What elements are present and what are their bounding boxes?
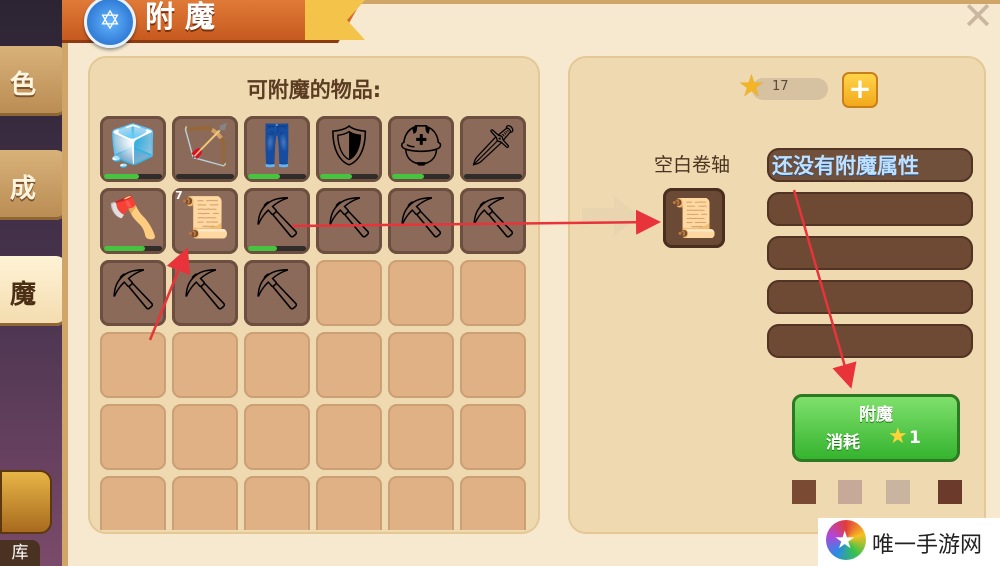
empty-slot[interactable] — [316, 260, 382, 326]
iron-helmet-icon: ⛑ — [395, 123, 447, 169]
inventory-slot[interactable]: ⛏ — [388, 188, 454, 254]
attribute-row — [767, 280, 973, 314]
watermark-logo-icon: ★ — [826, 520, 866, 560]
empty-slot[interactable] — [460, 332, 526, 398]
empty-slot[interactable] — [316, 476, 382, 530]
blurred-pixel — [838, 480, 862, 504]
empty-slot[interactable] — [388, 260, 454, 326]
durability-bar — [320, 174, 378, 179]
storage-label: 库 — [0, 540, 40, 566]
attribute-row — [767, 324, 973, 358]
empty-slot[interactable] — [316, 332, 382, 398]
side-tab-label: 成 — [10, 174, 37, 204]
inventory-grid: 🧊 🏹 👖 🛡 ⛑ 🗡 🪓 📜 7 ⛏ ⛏ ⛏ ⛏ ⛏ ⛏ ⛏ — [100, 116, 532, 530]
enchant-cost-value: 1 — [909, 428, 921, 448]
enchant-target-label: 空白卷轴 — [654, 154, 731, 176]
plus-icon: + — [848, 72, 872, 105]
crystal-boots-icon: 🧊 — [108, 123, 158, 169]
empty-slot[interactable] — [460, 476, 526, 530]
side-tab-label: 色 — [10, 70, 37, 100]
items-panel-title: 可附魔的物品: — [246, 78, 382, 102]
durability-bar — [392, 174, 450, 179]
pickaxe-icon: ⛏ — [323, 195, 375, 241]
enchant-button-label: 附魔 — [859, 405, 893, 425]
empty-slot[interactable] — [244, 332, 310, 398]
blank-scroll-icon: 📜 — [670, 196, 718, 240]
inventory-slot[interactable]: ⛏ — [316, 188, 382, 254]
inventory-slot[interactable]: ⛏ — [244, 188, 310, 254]
inventory-slot[interactable]: 📜 7 — [172, 188, 238, 254]
inventory-slot[interactable]: ⛑ — [388, 116, 454, 182]
inventory-slot[interactable]: 🧊 — [100, 116, 166, 182]
inventory-slot[interactable]: 🪓 — [100, 188, 166, 254]
empty-slot[interactable] — [172, 332, 238, 398]
empty-slot[interactable] — [316, 404, 382, 470]
item-count: 7 — [175, 189, 183, 202]
blurred-pixel — [792, 480, 816, 504]
inventory-slot[interactable]: ⛏ — [244, 260, 310, 326]
inventory-slot[interactable]: ⛏ — [460, 188, 526, 254]
inventory-slot[interactable]: 🏹 — [172, 116, 238, 182]
shovel-icon: ⛏ — [251, 195, 303, 241]
inventory-slot[interactable]: 🗡 — [460, 116, 526, 182]
side-tab-label: 魔 — [10, 280, 37, 310]
empty-slot[interactable] — [460, 260, 526, 326]
blurred-pixel — [938, 480, 962, 504]
attribute-row — [767, 192, 973, 226]
empty-slot[interactable] — [388, 332, 454, 398]
empty-slot[interactable] — [244, 476, 310, 530]
durability-bar — [248, 174, 306, 179]
blank-scroll-icon: 📜 — [180, 195, 230, 241]
add-stars-button[interactable]: + — [842, 72, 878, 108]
steel-sword-icon: 🗡 — [467, 123, 519, 169]
inventory-slot[interactable]: 👖 — [244, 116, 310, 182]
pickaxe-icon: ⛏ — [467, 195, 519, 241]
durability-bar — [104, 174, 162, 179]
page-title: 附魔 — [145, 0, 225, 35]
axe-icon: 🪓 — [108, 195, 158, 241]
attribute-row — [767, 236, 973, 270]
star-count: 17 — [772, 79, 789, 94]
attribute-text: 还没有附魔属性 — [772, 154, 919, 178]
empty-slot[interactable] — [100, 404, 166, 470]
pickaxe-icon: ⛏ — [107, 267, 159, 313]
silver-leggings-icon: 👖 — [252, 123, 302, 169]
durability-bar — [104, 246, 162, 251]
empty-slot[interactable] — [172, 476, 238, 530]
empty-slot[interactable] — [388, 476, 454, 530]
star-icon: ★ — [738, 69, 765, 104]
close-button[interactable]: ✕ — [958, 0, 998, 35]
bow-icon: 🏹 — [180, 123, 230, 169]
empty-slot[interactable] — [388, 404, 454, 470]
pickaxe-icon: ⛏ — [251, 267, 303, 313]
durability-bar — [464, 174, 522, 179]
enchant-cost-label: 消耗 — [826, 433, 860, 453]
crystal-armor-icon: 🛡 — [323, 123, 375, 169]
pickaxe-icon: ⛏ — [179, 267, 231, 313]
durability-bar — [176, 174, 234, 179]
close-icon: ✕ — [962, 0, 994, 38]
side-tab-craft[interactable]: 成 — [0, 150, 66, 220]
enchant-target-slot[interactable]: 📜 — [663, 188, 725, 248]
side-tab-role[interactable]: 色 — [0, 46, 66, 116]
side-tab-enchant[interactable]: 魔 — [0, 256, 66, 326]
empty-slot[interactable] — [100, 476, 166, 530]
durability-bar — [248, 246, 306, 251]
empty-slot[interactable] — [460, 404, 526, 470]
empty-slot[interactable] — [244, 404, 310, 470]
inventory-slot[interactable]: ⛏ — [172, 260, 238, 326]
blurred-pixel — [886, 480, 910, 504]
star-icon: ★ — [888, 424, 908, 449]
watermark-text: 唯一手游网 — [872, 533, 983, 558]
empty-slot[interactable] — [100, 332, 166, 398]
inventory-slot[interactable]: 🛡 — [316, 116, 382, 182]
treasure-chest-icon[interactable] — [0, 470, 52, 534]
pickaxe-icon: ⛏ — [395, 195, 447, 241]
inventory-slot[interactable]: ⛏ — [100, 260, 166, 326]
empty-slot[interactable] — [172, 404, 238, 470]
